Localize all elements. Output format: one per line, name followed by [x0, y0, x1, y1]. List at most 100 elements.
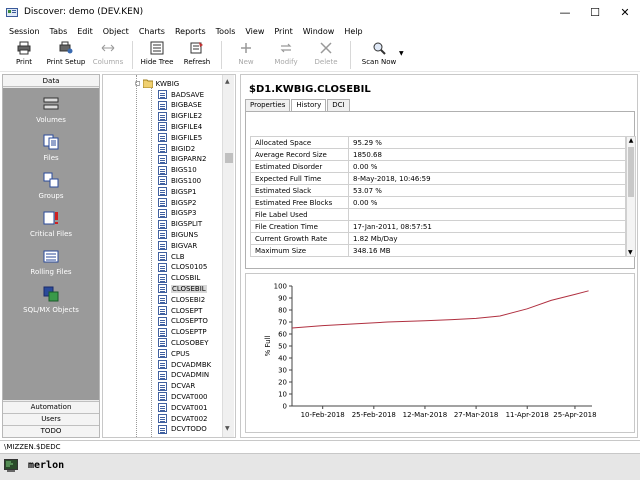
tree-item[interactable]: BIGFILE5 [158, 132, 202, 143]
menu-edit[interactable]: Edit [72, 27, 98, 36]
y-tick-label: 70 [278, 319, 287, 327]
print-label: Print [15, 58, 33, 66]
scroll-up-arrow[interactable]: ▲ [225, 78, 230, 85]
folder-icon [142, 79, 153, 88]
tree-item[interactable]: CLB [158, 251, 185, 262]
refresh-button[interactable]: Refresh [177, 38, 217, 66]
scroll-thumb[interactable] [628, 147, 634, 197]
tree-item[interactable]: BIGSP2 [158, 197, 196, 208]
tree-item[interactable]: BIGUNS [158, 229, 198, 240]
print-setup-button[interactable]: Print Setup [44, 38, 88, 66]
nav-footer-users[interactable]: Users [3, 413, 99, 425]
tree-item-label: DCVAT001 [171, 403, 208, 412]
tree-item[interactable]: BIGFILE4 [158, 121, 202, 132]
maximize-button[interactable]: ☐ [580, 0, 610, 24]
tree-item[interactable]: CLOSEBI2 [158, 294, 205, 305]
menu-print[interactable]: Print [269, 27, 297, 36]
nav-item-groups[interactable]: Groups [3, 172, 99, 200]
property-row[interactable]: Estimated Disorder 0.00 % [250, 160, 626, 173]
menu-object[interactable]: Object [98, 27, 134, 36]
menu-help[interactable]: Help [339, 27, 367, 36]
tree-item[interactable]: BIGS100 [158, 175, 201, 186]
menu-reports[interactable]: Reports [170, 27, 211, 36]
tree-item[interactable]: DCVADMIN [158, 370, 209, 381]
property-row[interactable]: Estimated Slack 53.07 % [250, 184, 626, 197]
tree-item[interactable]: CLOSEPT [158, 305, 202, 316]
menu-window[interactable]: Window [298, 27, 340, 36]
minimize-button[interactable]: — [550, 0, 580, 24]
tree-item-label: BIGS100 [171, 176, 202, 185]
menu-session[interactable]: Session [4, 27, 45, 36]
nav-item-files[interactable]: Files [3, 134, 99, 162]
tree-item[interactable]: BIGSP3 [158, 208, 196, 219]
scan-now-dropdown[interactable]: ▼ [399, 50, 404, 57]
scroll-down-arrow[interactable]: ▼ [628, 249, 633, 256]
property-value: 1850.68 [348, 148, 626, 161]
tree-item[interactable]: DCVAR [158, 381, 195, 392]
menu-view[interactable]: View [240, 27, 269, 36]
tree-item[interactable]: CLOSBIL [158, 273, 200, 284]
window-controls: — ☐ ✕ [550, 0, 640, 24]
new-button[interactable]: New [226, 38, 266, 66]
tree-item[interactable]: DCVAT000 [158, 391, 208, 402]
tree-item[interactable]: BIGSPLIT [158, 219, 202, 230]
tree-item[interactable]: CLOSEPTP [158, 327, 207, 338]
tree-item[interactable]: CLOSOBEY [158, 337, 209, 348]
properties-scrollbar[interactable]: ▲ ▼ [626, 136, 636, 257]
nav-item-volumes[interactable]: Volumes [3, 96, 99, 124]
tree-scrollbar[interactable]: ▲ ▼ [222, 75, 234, 437]
nav-item-rolling-files[interactable]: Rolling Files [3, 248, 99, 276]
scroll-thumb[interactable] [225, 153, 233, 163]
menu-tabs[interactable]: Tabs [45, 27, 73, 36]
nav-item-sql-mx-objects[interactable]: SQL/MX Objects [3, 286, 99, 314]
modify-button[interactable]: Modify [266, 38, 306, 66]
tree-item-label: CLOSEBIL [171, 284, 207, 293]
scan-now-button[interactable]: Scan Now [355, 38, 403, 66]
nav-item-critical-files[interactable]: Critical Files [3, 210, 99, 238]
tree-item[interactable]: CPUS [158, 348, 190, 359]
taskbar-button-merlon[interactable]: merlon [4, 458, 64, 472]
tab-dci[interactable]: DCI [327, 99, 350, 111]
tree-item[interactable]: BADSAVE [158, 89, 204, 100]
property-row[interactable]: Estimated Free Blocks 0.00 % [250, 196, 626, 209]
file-icon [158, 370, 167, 380]
tree-item[interactable]: CLOSEPTO [158, 316, 208, 327]
property-row[interactable]: Current Growth Rate 1.82 Mb/Day [250, 232, 626, 245]
menu-tools[interactable]: Tools [211, 27, 241, 36]
property-row[interactable]: Allocated Space 95.29 % [250, 136, 626, 149]
tree-item[interactable]: BIGSP1 [158, 186, 196, 197]
menu-charts[interactable]: Charts [134, 27, 170, 36]
delete-button[interactable]: Delete [306, 38, 346, 66]
tab-properties[interactable]: Properties [245, 99, 291, 111]
property-row[interactable]: Average Record Size 1850.68 [250, 148, 626, 161]
tree-item[interactable]: BIGPARN2 [158, 154, 206, 165]
property-row[interactable]: Maximum Size 348.16 MB [250, 244, 626, 257]
tree-item[interactable]: DCVTODO [158, 424, 207, 435]
property-row[interactable]: Expected Full Time 8-May-2018, 10:46:59 [250, 172, 626, 185]
tree-item[interactable]: DCVADMBK [158, 359, 211, 370]
tree-item[interactable]: BIGFILE2 [158, 111, 202, 122]
tree-item[interactable]: DCVAT001 [158, 402, 208, 413]
property-row[interactable]: File Label Used [250, 208, 626, 221]
tree-item[interactable]: DCVAT002 [158, 413, 208, 424]
nav-footer-automation[interactable]: Automation [3, 401, 99, 413]
tree-item[interactable]: BIGBASE [158, 100, 202, 111]
tree-root-folder[interactable]: ▢ KWBIG [135, 78, 179, 89]
tree-item[interactable]: CLOS0105 [158, 262, 207, 273]
x-tick-label: 25-Feb-2018 [352, 411, 396, 419]
collapse-icon[interactable]: ▢ [135, 80, 141, 87]
columns-button[interactable]: Columns [88, 38, 128, 66]
scroll-up-arrow[interactable]: ▲ [627, 137, 635, 144]
property-row[interactable]: File Creation Time 17-Jan-2011, 08:57:51 [250, 220, 626, 233]
tree-item[interactable]: BIGVAR [158, 240, 197, 251]
tree-item[interactable]: CLOSEBIL [158, 283, 207, 294]
scroll-down-arrow[interactable]: ▼ [225, 425, 230, 432]
property-value: 17-Jan-2011, 08:57:51 [348, 220, 626, 233]
tree-item[interactable]: BIGS10 [158, 165, 197, 176]
nav-header-data[interactable]: Data [3, 75, 99, 87]
tree-item[interactable]: BIGID2 [158, 143, 195, 154]
hide-tree-button[interactable]: Hide Tree [137, 38, 177, 66]
close-button[interactable]: ✕ [610, 0, 640, 24]
nav-footer-todo[interactable]: TODO [3, 425, 99, 437]
print-button[interactable]: Print [4, 38, 44, 66]
